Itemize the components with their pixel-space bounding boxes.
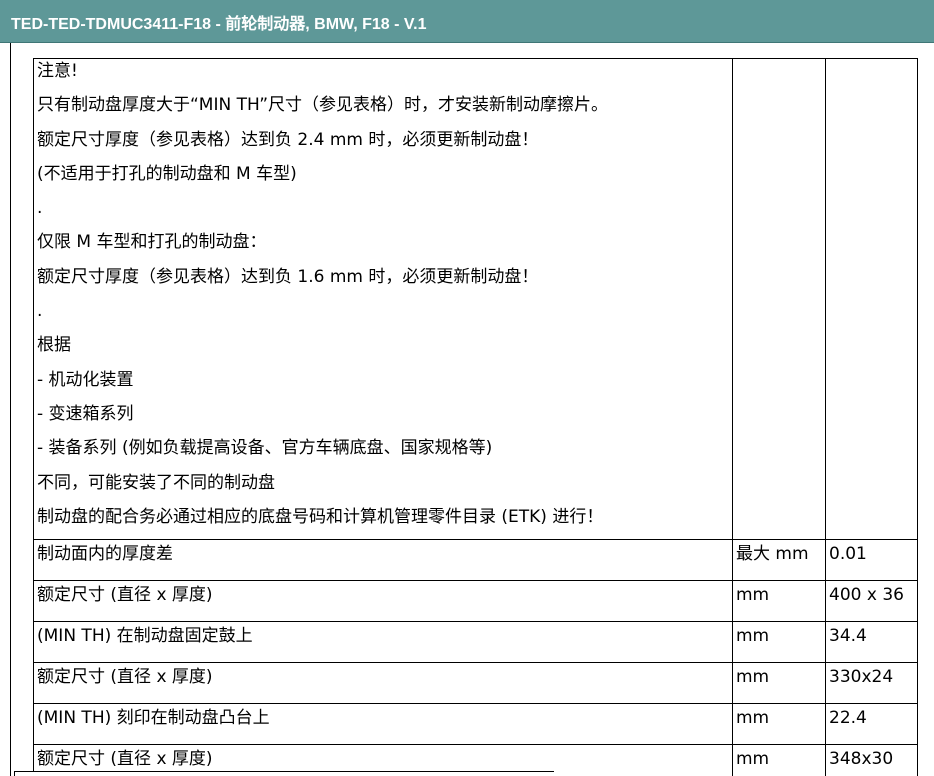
note-line: (不适用于打孔的制动盘和 M 车型) [37,163,297,184]
note-line: 注意! [37,61,78,81]
row-value: 330x24 [825,662,918,705]
title-bar: TED-TED-TDMUC3411-F18 - 前轮制动器, BMW, F18 … [0,0,934,43]
row-unit: mm [732,744,826,776]
table-row: (MIN TH) 刻印在制动盘凸台上 mm 22.4 [33,703,918,746]
row-unit: 最大 mm [732,539,826,582]
row-label: 制动面内的厚度差 [33,539,733,582]
table-row: 额定尺寸 (直径 x 厚度) mm 330x24 [33,662,918,705]
row-unit: mm [732,580,826,623]
note-cell: 注意! 只有制动盘厚度大于“MIN TH”尺寸（参见表格）时，才安装新制动摩擦片… [33,58,733,541]
note-row: 注意! 只有制动盘厚度大于“MIN TH”尺寸（参见表格）时，才安装新制动摩擦片… [33,58,918,541]
row-unit: mm [732,621,826,664]
row-value: 34.4 [825,621,918,664]
table-row: (MIN TH) 在制动盘固定鼓上 mm 34.4 [33,621,918,664]
note-line: 根据 [37,335,71,356]
note-line: 不同，可能安装了不同的制动盘 [37,472,275,493]
table-row: 制动面内的厚度差 最大 mm 0.01 [33,539,918,582]
note-line: - 变速箱系列 [37,403,134,424]
note-unit-cell [732,58,826,541]
row-label: (MIN TH) 在制动盘固定鼓上 [33,621,733,664]
row-value: 400 x 36 [825,580,918,623]
row-value: 348x30 [825,744,918,776]
row-label: 额定尺寸 (直径 x 厚度) [33,580,733,623]
note-line: 仅限 M 车型和打孔的制动盘： [37,232,267,253]
spec-table: 注意! 只有制动盘厚度大于“MIN TH”尺寸（参见表格）时，才安装新制动摩擦片… [33,58,918,776]
row-label: (MIN TH) 刻印在制动盘凸台上 [33,703,733,746]
note-line: 制动盘的配合务必通过相应的底盘号码和计算机管理零件目录 (ETK) 进行！ [37,506,604,527]
table-row: 额定尺寸 (直径 x 厚度) mm 400 x 36 [33,580,918,623]
row-value: 22.4 [825,703,918,746]
frame-border [10,43,11,776]
note-line: . [37,198,43,219]
document-title: TED-TED-TDMUC3411-F18 - 前轮制动器, BMW, F18 … [11,16,427,33]
row-unit: mm [732,662,826,705]
row-value: 0.01 [825,539,918,582]
row-unit: mm [732,703,826,746]
note-line: 额定尺寸厚度（参见表格）达到负 2.4 mm 时，必须更新制动盘！ [37,129,539,150]
row-label: 额定尺寸 (直径 x 厚度) [33,662,733,705]
note-line: - 装备系列 (例如负载提高设备、官方车辆底盘、国家规格等) [37,438,493,459]
note-line: 只有制动盘厚度大于“MIN TH”尺寸（参见表格）时，才安装新制动摩擦片。 [37,95,609,116]
document-content: 注意! 只有制动盘厚度大于“MIN TH”尺寸（参见表格）时，才安装新制动摩擦片… [33,58,934,776]
horizontal-scrollbar[interactable] [14,771,554,776]
note-value-cell [825,58,918,541]
note-line: - 机动化装置 [37,369,134,390]
note-line: 额定尺寸厚度（参见表格）达到负 1.6 mm 时，必须更新制动盘！ [37,266,539,287]
note-line: . [37,301,43,322]
